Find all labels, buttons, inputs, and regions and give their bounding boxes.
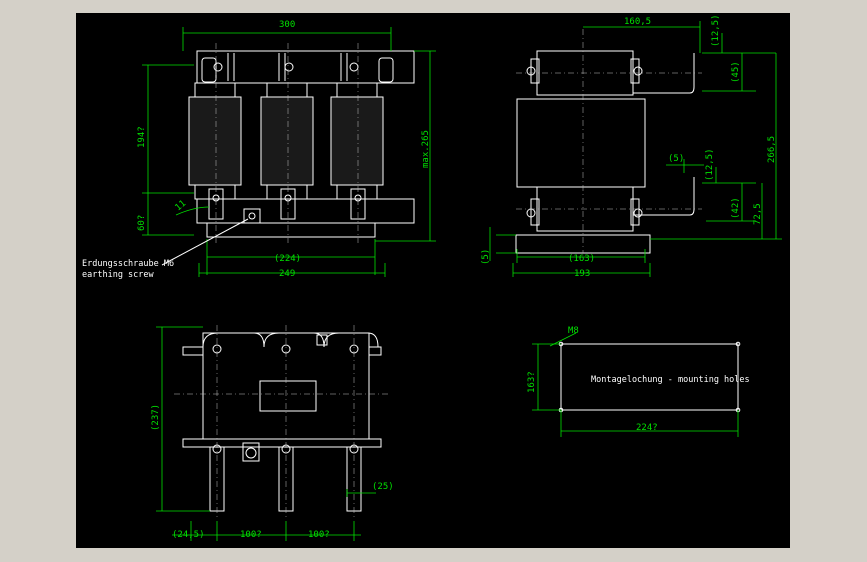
cad-drawing: 300 194? 60? max.265 11 (224) 249 Erdung…: [82, 14, 782, 541]
side-view: [489, 21, 782, 277]
mounting-dim-bottom: 224?: [636, 423, 658, 433]
front-view: [142, 27, 436, 277]
mounting-caption: Montagelochung - mounting holes: [591, 375, 750, 385]
side-dim-top: 160,5: [624, 17, 651, 27]
front-dim-right: max.265: [421, 130, 431, 168]
side-core: [516, 98, 646, 188]
front-dim-left-lower: 60?: [137, 215, 147, 231]
top-view: [156, 325, 391, 541]
earthing-label-de: Erdungsschraube M6: [82, 259, 174, 269]
front-dim-bottom-outer: 249: [279, 269, 295, 279]
side-dim-mid-left: (5): [668, 154, 684, 164]
top-dim-right: (25): [372, 482, 394, 492]
side-dim-mid-right: (12,5): [705, 148, 715, 181]
side-dim-lower-right1: (42): [731, 197, 741, 219]
front-bottom-yoke: [196, 198, 415, 224]
side-dim-bottom-outer: 193: [574, 269, 590, 279]
front-coil-1: [188, 96, 242, 186]
top-dim-bottom-3: 100?: [308, 530, 330, 540]
front-dim-bottom-inner: (224): [274, 254, 301, 264]
top-dim-left: (237): [151, 404, 161, 431]
front-coil-2: [260, 96, 314, 186]
mounting-dim-left: 163?: [527, 371, 537, 393]
top-dim-bottom-2: 100?: [240, 530, 262, 540]
mounting-holes-view: [532, 332, 741, 437]
top-dim-bottom-1: (24,5): [172, 530, 205, 540]
earthing-label-en: earthing screw: [82, 270, 155, 280]
side-dim-overall: 266,5: [767, 136, 777, 163]
side-dim-lower-right2: 72,5: [753, 203, 763, 225]
mounting-label-m8: M8: [568, 326, 579, 336]
front-dim-top: 300: [279, 20, 295, 30]
front-dim-left-upper: 194?: [137, 126, 147, 148]
front-coil-3: [330, 96, 384, 186]
side-dim-base-left: (5): [481, 249, 491, 265]
side-dim-upper-right: (45): [731, 61, 741, 83]
front-top-yoke: [196, 50, 415, 84]
cad-drawing-area: 300 194? 60? max.265 11 (224) 249 Erdung…: [76, 13, 790, 548]
side-dim-top-right: (12,5): [711, 14, 721, 47]
side-dim-bottom-inner: (163): [568, 254, 595, 264]
front-mounting-foot: [206, 222, 376, 238]
